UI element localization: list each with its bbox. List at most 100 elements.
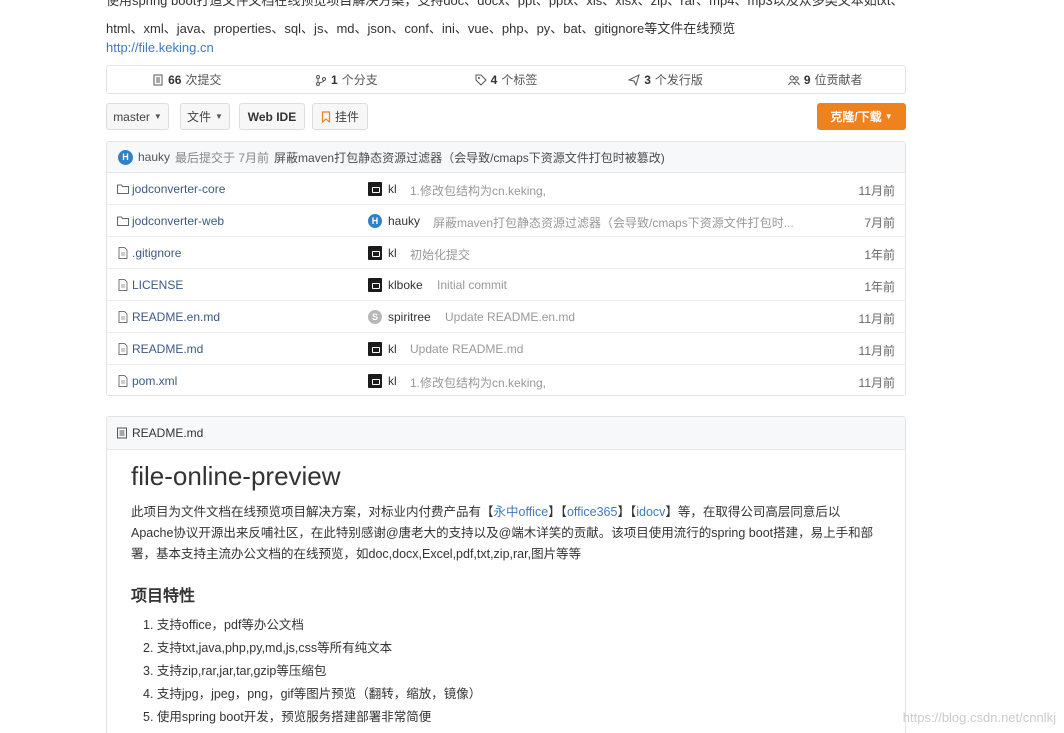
stat-commits[interactable]: 66 次提交 (107, 66, 267, 93)
features-heading: 项目特性 (131, 588, 196, 605)
commit-author[interactable]: kl (388, 342, 397, 356)
file-row: jodconverter-core kl 1.修改包结构为cn.keking, … (107, 173, 905, 205)
feature-item: 5. 使用spring boot开发，预览服务搭建部署非常简便 (143, 710, 432, 724)
stat-branches-count: 1 (331, 72, 338, 87)
commit-author[interactable]: klboke (388, 278, 423, 292)
commit-author[interactable]: kl (388, 246, 397, 260)
intro-text: 此项目为文件文档在线预览项目解决方案，对标业内付费产品有【 (131, 505, 494, 519)
stat-contributors[interactable]: 9 位贡献者 (745, 66, 905, 93)
avatar-kl[interactable] (368, 374, 382, 388)
commit-author[interactable]: kl (388, 182, 397, 196)
avatar-hauky[interactable]: H (118, 149, 133, 165)
web-ide-button[interactable]: Web IDE (239, 103, 305, 130)
file-name-link[interactable]: README.en.md (132, 310, 220, 324)
link-yozo-office[interactable]: 永中office (494, 505, 549, 519)
branch-icon (316, 74, 327, 86)
file-icon (118, 375, 128, 387)
bookmark-icon (321, 110, 331, 123)
commit-message[interactable]: Update README.md (410, 342, 523, 356)
stat-tags[interactable]: 4 个标签 (426, 66, 586, 93)
homepage-link[interactable]: http://file.keking.cn (106, 38, 214, 57)
description-line-2: html、xml、java、properties、sql、js、md、json、… (106, 21, 736, 36)
last-commit-meta: 最后提交于 7月前 (175, 150, 270, 165)
avatar-klboke[interactable] (368, 278, 382, 292)
intro-text: 】【 (617, 505, 637, 519)
branch-select[interactable]: master ▼ (106, 103, 169, 130)
feature-item: 1. 支持office，pdf等办公文档 (143, 618, 304, 632)
file-name-link[interactable]: LICENSE (132, 278, 183, 292)
file-name-link[interactable]: pom.xml (132, 374, 177, 388)
file-row: .gitignore kl 初始化提交 1年前 (107, 237, 905, 269)
avatar-kl[interactable] (368, 182, 382, 196)
file-name-link[interactable]: jodconverter-core (132, 182, 225, 196)
last-commit-author[interactable]: hauky (138, 150, 170, 164)
clone-download-label: 克隆/下载 (830, 110, 882, 124)
file-icon (118, 311, 128, 323)
caret-down-icon: ▼ (215, 112, 223, 121)
stat-releases-label: 个发行版 (654, 73, 703, 87)
avatar-kl[interactable] (368, 246, 382, 260)
feature-item: 2. 支持txt,java,php,py,md,js,css等所有纯文本 (143, 641, 393, 655)
file-name-link[interactable]: jodconverter-web (132, 214, 224, 228)
file-menu-button[interactable]: 文件 ▼ (180, 103, 230, 130)
file-name-link[interactable]: .gitignore (132, 246, 181, 260)
file-row: jodconverter-web H hauky 屏蔽maven打包静态资源过滤… (107, 205, 905, 237)
features-list: 1. 支持office，pdf等办公文档 2. 支持txt,java,php,p… (143, 614, 481, 729)
readme-header: README.md (107, 417, 905, 450)
commit-message[interactable]: 初始化提交 (410, 246, 470, 263)
avatar-kl[interactable] (368, 342, 382, 356)
last-commit-message[interactable]: 屏蔽maven打包静态资源过滤器（会导致/cmaps下资源文件打包时被篡改) (274, 149, 665, 166)
stat-contributors-label: 位贡献者 (814, 73, 863, 87)
pin-widget-button[interactable]: 挂件 (312, 103, 368, 130)
avatar-spiritree[interactable]: S (368, 310, 382, 324)
file-row: pom.xml kl 1.修改包结构为cn.keking, 11月前 (107, 365, 905, 397)
commit-author[interactable]: spiritree (388, 310, 431, 324)
commit-time: 1年前 (864, 248, 895, 262)
readme-book-icon (117, 427, 127, 439)
repo-toolbar: master ▼ 文件 ▼ Web IDE 挂件 克隆/下载 ▼ (106, 103, 906, 130)
readme-panel: README.md file-online-preview 此项目为文件文档在线… (106, 416, 906, 733)
stat-releases[interactable]: 3 个发行版 (586, 66, 746, 93)
repo-stats-bar: 66 次提交 1 个分支 4 个标签 3 个发行版 9 位贡献者 (106, 65, 906, 94)
stat-commits-count: 66 (168, 72, 182, 87)
commit-time: 11月前 (858, 312, 895, 326)
last-commit-bar: H hauky 最后提交于 7月前 屏蔽maven打包静态资源过滤器（会导致/c… (107, 142, 905, 173)
clone-download-button[interactable]: 克隆/下载 ▼ (817, 103, 906, 130)
avatar-hauky[interactable]: H (368, 214, 382, 228)
commit-time: 7月前 (864, 216, 895, 230)
caret-down-icon: ▼ (153, 112, 162, 121)
file-list: H hauky 最后提交于 7月前 屏蔽maven打包静态资源过滤器（会导致/c… (106, 141, 906, 396)
commit-message[interactable]: 1.修改包结构为cn.keking, (410, 374, 546, 391)
stat-branches-label: 个分支 (341, 73, 378, 87)
stat-branches[interactable]: 1 个分支 (267, 66, 427, 93)
commit-message[interactable]: 1.修改包结构为cn.keking, (410, 182, 546, 199)
description-line-1: 使用spring boot打造文件文档在线预览项目解决方案，支持doc、docx… (106, 0, 904, 8)
folder-icon (117, 184, 129, 194)
commit-message[interactable]: 屏蔽maven打包静态资源过滤器（会导致/cmaps下资源文件打包时... (433, 214, 794, 231)
tag-icon (475, 74, 487, 86)
caret-down-icon: ▼ (884, 112, 893, 121)
link-office365[interactable]: office365 (567, 505, 618, 519)
commit-message[interactable]: Initial commit (437, 278, 507, 292)
file-name-link[interactable]: README.md (132, 342, 203, 356)
link-idocv[interactable]: idocv (636, 505, 665, 519)
commit-message[interactable]: Update README.en.md (445, 310, 575, 324)
commit-author[interactable]: kl (388, 374, 397, 388)
feature-item: 3. 支持zip,rar,jar,tar,gzip等压缩包 (143, 664, 327, 678)
file-icon (118, 279, 128, 291)
commit-time: 11月前 (858, 344, 895, 358)
stat-tags-count: 4 (490, 72, 498, 87)
feature-item: 4. 支持jpg，jpeg，png，gif等图片预览（翻转，缩放，镜像） (143, 687, 482, 701)
readme-title: file-online-preview (131, 461, 341, 491)
readme-intro: 此项目为文件文档在线预览项目解决方案，对标业内付费产品有【永中office 】【o… (131, 502, 881, 565)
stat-releases-count: 3 (644, 72, 651, 87)
release-icon (628, 73, 641, 86)
file-row: LICENSE klboke Initial commit 1年前 (107, 269, 905, 301)
file-icon (118, 247, 128, 259)
readme-filename: README.md (132, 426, 204, 440)
commit-author[interactable]: hauky (388, 214, 420, 228)
stat-contributors-count: 9 (803, 72, 811, 87)
file-icon (118, 343, 128, 355)
contributors-icon (787, 75, 800, 85)
commit-book-icon (153, 74, 163, 85)
